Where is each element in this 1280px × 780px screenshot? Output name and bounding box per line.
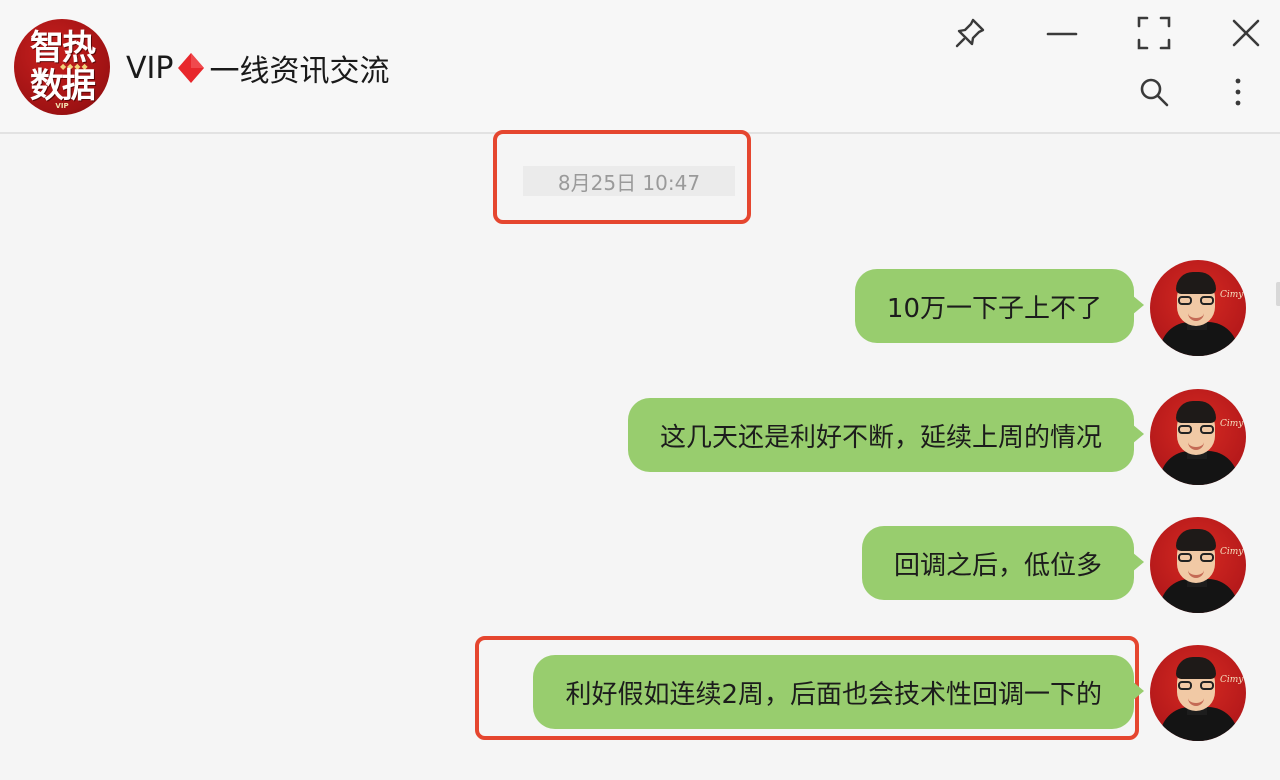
group-avatar-badge: VIP [55,102,69,110]
message-bubble[interactable]: 利好假如连续2周，后面也会技术性回调一下的 [533,655,1144,729]
user-avatar[interactable]: Cimy [1150,645,1246,741]
minimize-icon[interactable] [1042,13,1082,53]
diamond-icon [178,53,205,83]
chat-title-suffix: 一线资讯交流 [209,54,390,89]
avatar-signature: Cimy [1220,290,1244,300]
avatar-glasses [1178,296,1214,306]
avatar-hair [1176,272,1216,294]
avatar-glasses [1178,425,1214,435]
message-bubble[interactable]: 10万一下子上不了 [854,269,1145,343]
avatar-hair [1176,529,1216,551]
message-timestamp: 8月25日 10:47 [523,166,735,196]
fullscreen-icon[interactable] [1134,13,1174,53]
avatar-glasses [1178,553,1214,563]
avatar-hair [1176,657,1216,679]
user-avatar[interactable]: Cimy [1150,389,1246,485]
avatar-hair [1176,401,1216,423]
group-avatar-line1: 智热 [30,28,96,68]
chat-title: VIP 一线资讯交流 [126,46,389,90]
pin-icon[interactable] [950,13,990,53]
user-avatar[interactable]: Cimy [1150,260,1246,356]
group-avatar-line2: 数据 [30,66,96,106]
message-bubble[interactable]: 这几天还是利好不断，延续上周的情况 [627,398,1145,472]
group-avatar[interactable]: 智热 ◆◆◆◆ 数据 VIP [14,19,110,115]
chat-header: 智热 ◆◆◆◆ 数据 VIP VIP 一线资讯交流 [0,0,1280,134]
avatar-signature: Cimy [1220,419,1244,429]
avatar-glasses [1178,681,1214,691]
close-icon[interactable] [1226,13,1266,53]
more-icon[interactable] [1218,72,1258,112]
message-bubble[interactable]: 回调之后，低位多 [861,526,1145,600]
scrollbar-handle[interactable] [1276,282,1280,306]
user-avatar[interactable]: Cimy [1150,517,1246,613]
avatar-signature: Cimy [1220,675,1244,685]
chat-title-prefix: VIP [126,50,174,86]
search-icon[interactable] [1134,72,1174,112]
avatar-signature: Cimy [1220,547,1244,557]
